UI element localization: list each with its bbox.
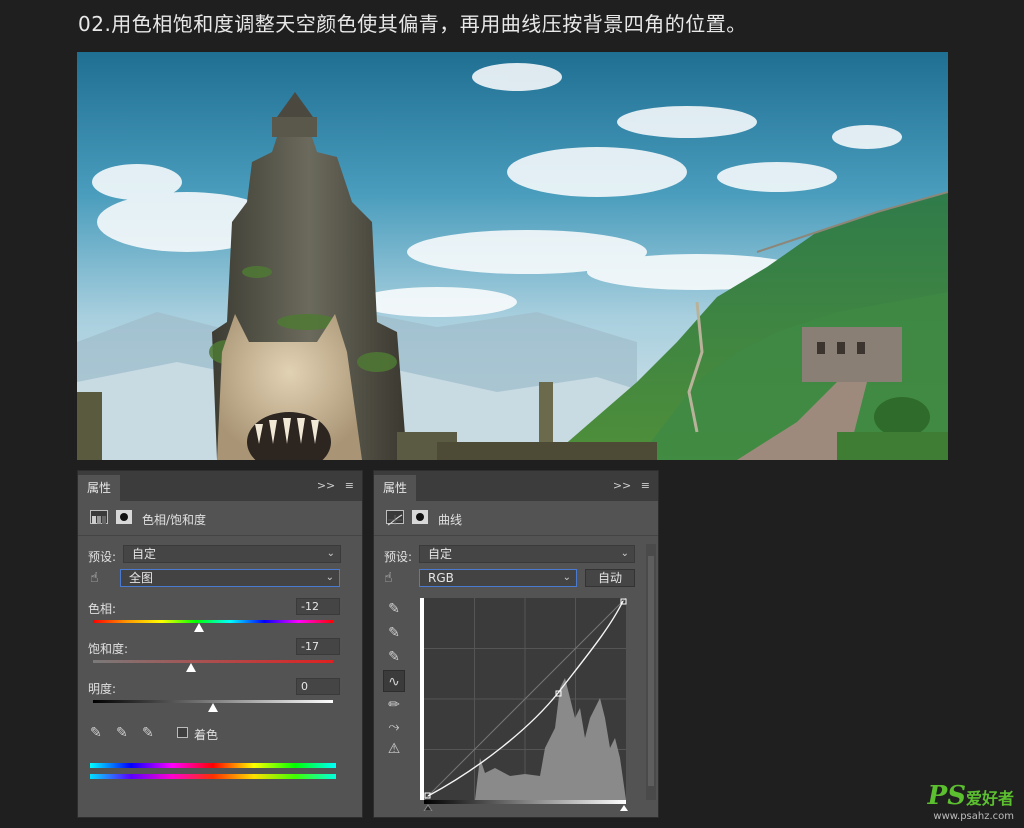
chevron-down-icon: ⌄ xyxy=(562,572,571,583)
panel-controls: >> ≡ xyxy=(311,479,354,492)
curves-adjust-icon[interactable] xyxy=(386,510,404,526)
eyedropper-icon[interactable]: ✎ xyxy=(90,725,102,741)
lightness-slider-thumb[interactable] xyxy=(208,703,218,712)
lightness-label: 明度: xyxy=(88,682,117,696)
channel-select[interactable]: 全图 ⌄ xyxy=(120,569,340,587)
chevron-down-icon: ⌄ xyxy=(620,548,629,559)
black-point-eyedropper-icon[interactable]: ✎ xyxy=(383,598,405,620)
hue-slider-thumb[interactable] xyxy=(193,623,204,632)
pencil-icon[interactable]: ✏ xyxy=(383,694,405,716)
auto-button[interactable]: 自动 xyxy=(585,569,635,587)
channel-value: RGB xyxy=(428,571,454,585)
preset-value: 自定 xyxy=(132,547,157,561)
scene-image xyxy=(77,52,948,460)
preset-select[interactable]: 自定 ⌄ xyxy=(419,545,635,563)
channel-select[interactable]: RGB ⌄ xyxy=(419,569,577,587)
tab-properties[interactable]: 属性 xyxy=(78,475,120,501)
curve-icon[interactable]: ∿ xyxy=(383,670,405,692)
layer-mask-icon[interactable] xyxy=(412,510,428,524)
white-point-eyedropper-icon[interactable]: ✎ xyxy=(383,646,405,668)
lightness-field[interactable]: 0 xyxy=(296,678,340,695)
preset-label: 预设: xyxy=(384,550,413,564)
page-heading: 02.用色相饱和度调整天空颜色使其偏青，再用曲线压按背景四角的位置。 xyxy=(78,12,747,36)
preset-select[interactable]: 自定 ⌄ xyxy=(123,545,341,563)
collapse-icon[interactable]: >> xyxy=(613,479,631,492)
eyedropper-subtract-icon[interactable]: ✎ xyxy=(142,725,154,741)
saturation-slider-thumb[interactable] xyxy=(186,663,197,672)
adjustment-header: 曲线 xyxy=(374,501,658,536)
tab-properties[interactable]: 属性 xyxy=(374,475,416,501)
adjustment-title: 曲线 xyxy=(438,513,463,527)
output-color-bar xyxy=(90,774,336,779)
hue-slider-track[interactable] xyxy=(93,620,333,623)
adjustment-header: 色相/饱和度 xyxy=(78,501,362,536)
watermark-cn: 爱好者 xyxy=(965,789,1014,808)
channel-value: 全图 xyxy=(129,571,154,585)
watermark-brand: PS xyxy=(927,781,966,811)
preset-label: 预设: xyxy=(88,550,117,564)
colorize-checkbox[interactable] xyxy=(177,727,188,738)
curves-panel: 属性 >> ≡ 曲线 预设: 自定 ⌄ ☝ RGB ⌄ 自动 ✎ ✎ ✎ ∿ ✏… xyxy=(373,470,659,818)
watermark: PS爱好者 www.psahz.com xyxy=(928,781,1014,822)
hue-saturation-panel: 属性 >> ≡ 色相/饱和度 预设: 自定 ⌄ ☝ 全图 ⌄ 色相: -12 饱… xyxy=(77,470,363,818)
input-color-bar xyxy=(90,763,336,768)
menu-icon[interactable]: ≡ xyxy=(345,479,354,492)
collapse-icon[interactable]: >> xyxy=(317,479,335,492)
scrollbar-track[interactable] xyxy=(648,556,654,786)
menu-icon[interactable]: ≡ xyxy=(641,479,650,492)
saturation-label: 饱和度: xyxy=(88,642,129,656)
saturation-field[interactable]: -17 xyxy=(296,638,340,655)
panel-header: 属性 >> ≡ xyxy=(78,471,362,501)
hue-field[interactable]: -12 xyxy=(296,598,340,615)
hue-saturation-icon[interactable] xyxy=(90,510,108,524)
eyedropper-add-icon[interactable]: ✎ xyxy=(116,725,128,741)
chevron-down-icon: ⌄ xyxy=(325,572,334,583)
hue-label: 色相: xyxy=(88,602,117,616)
saturation-slider-track[interactable] xyxy=(93,660,333,663)
panel-header: 属性 >> ≡ xyxy=(374,471,658,501)
adjustment-title: 色相/饱和度 xyxy=(142,513,207,527)
chevron-down-icon: ⌄ xyxy=(326,548,335,559)
curve-graph[interactable] xyxy=(420,598,630,811)
preset-value: 自定 xyxy=(428,547,453,561)
colorize-label: 着色 xyxy=(194,728,219,742)
layer-mask-icon[interactable] xyxy=(116,510,132,524)
hand-target-icon[interactable]: ☝ xyxy=(384,570,393,586)
panel-controls: >> ≡ xyxy=(607,479,650,492)
panel-scrollbar[interactable] xyxy=(646,544,656,800)
gray-point-eyedropper-icon[interactable]: ✎ xyxy=(383,622,405,644)
watermark-url: www.psahz.com xyxy=(933,811,1014,822)
smooth-icon[interactable]: ⤳ xyxy=(383,716,405,738)
clipping-warning-icon[interactable]: ⚠ xyxy=(383,738,405,760)
hand-target-icon[interactable]: ☝ xyxy=(90,570,99,586)
